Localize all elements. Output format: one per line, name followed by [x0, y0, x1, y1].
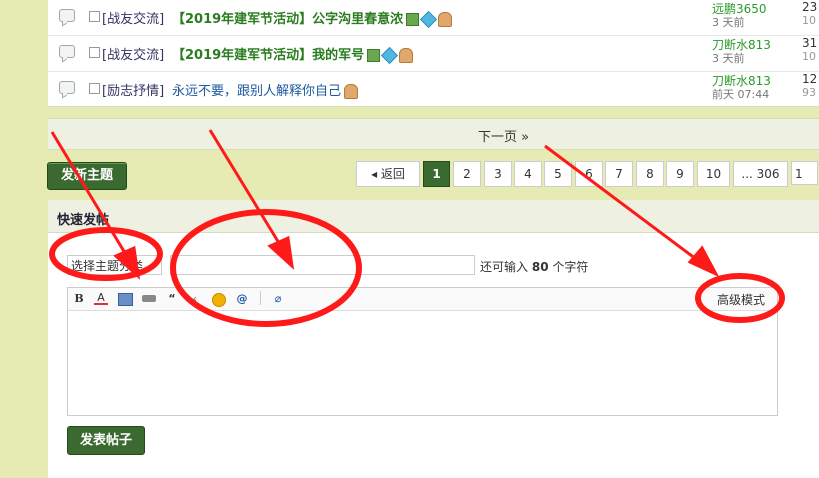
annotation-ellipse-advanced: [695, 273, 785, 323]
annotation-ellipse-type: [49, 227, 163, 281]
annotation-arrowhead: [687, 245, 720, 278]
annotation-arrow-line: [544, 144, 701, 264]
annotation-arrowhead: [267, 235, 295, 270]
annotation-ellipse-subject: [170, 209, 362, 327]
annotation-overlay: [49, 129, 785, 327]
annotation-arrowhead: [113, 245, 141, 280]
annotation-arrow-line: [208, 129, 284, 249]
